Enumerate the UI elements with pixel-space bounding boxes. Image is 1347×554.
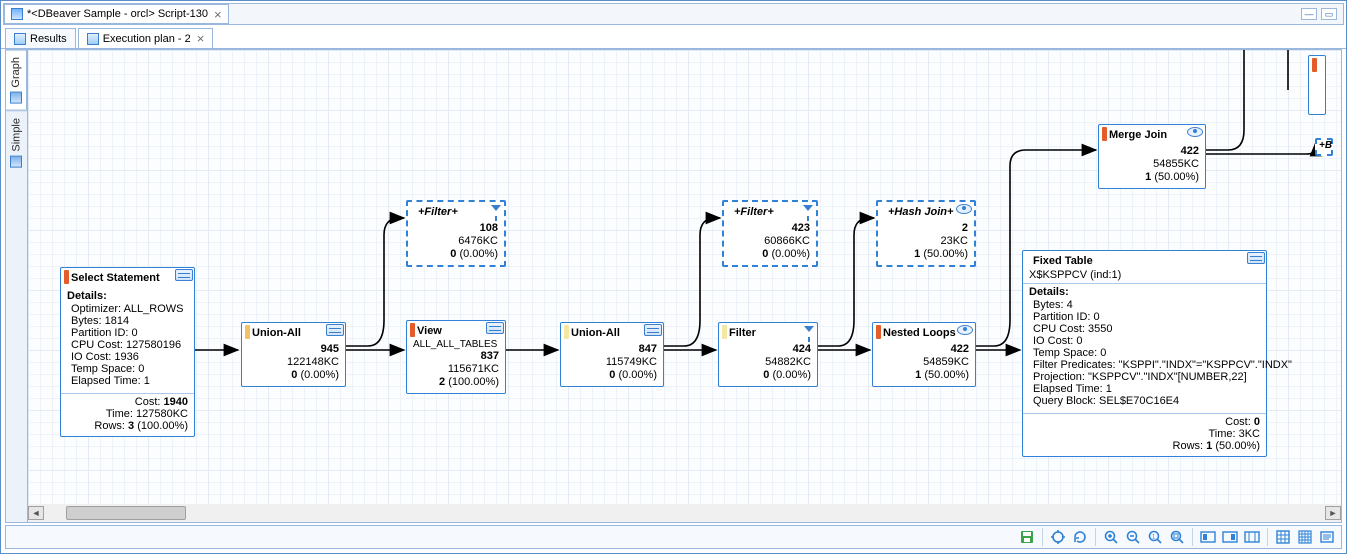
window-buttons: — ▭ (1301, 8, 1343, 20)
filter-icon (803, 205, 813, 211)
details-button[interactable] (1317, 527, 1337, 547)
detail-row: IO Cost: 1936 (67, 351, 188, 363)
node-filter-collapsed[interactable]: +Filter+ 108 6476KC 0 (0.00%) (406, 200, 506, 267)
node-union-all[interactable]: Union-All 945 122148KC 0 (0.00%) (241, 322, 346, 387)
editor-tab-label: *<DBeaver Sample - orcl> Script-130 (27, 8, 208, 20)
eye-icon (956, 204, 972, 214)
detail-row: Partition ID: 0 (1029, 311, 1260, 323)
eye-icon (957, 325, 973, 335)
details-heading: Details: (1029, 286, 1260, 298)
filter-icon (491, 205, 501, 211)
details-grid-button[interactable] (1273, 527, 1293, 547)
zoom-reset-button[interactable]: 1 (1145, 527, 1165, 547)
detail-row: Temp Space: 0 (1029, 347, 1260, 359)
node-view[interactable]: View ALL_ALL_TABLES 837 115671KC 2 (100.… (406, 320, 506, 394)
details-grid-button[interactable] (1295, 527, 1315, 547)
maximize-button[interactable]: ▭ (1321, 8, 1337, 20)
node-title: Fixed Table (1033, 255, 1093, 267)
node-title: +Filter+ (734, 206, 774, 218)
detail-row: IO Cost: 0 (1029, 335, 1260, 347)
node-title: +Hash Join+ (888, 206, 953, 218)
node-merge-join[interactable]: Merge Join 422 54855KC 1 (50.00%) (1098, 124, 1206, 189)
editor-tabstrip: *<DBeaver Sample - orcl> Script-130 × — … (3, 3, 1344, 25)
detail-row: Projection: "KSPPCV"."INDX"[NUMBER,22] (1029, 371, 1260, 383)
close-icon[interactable]: × (197, 33, 205, 44)
scrollbar-thumb[interactable] (66, 506, 186, 520)
node-title: Select Statement (71, 272, 160, 284)
detail-row: Elapsed Time: 1 (67, 375, 188, 387)
node-select-statement[interactable]: Select Statement Details: Optimizer: ALL… (60, 267, 195, 437)
detail-row: CPU Cost: 3550 (1029, 323, 1260, 335)
detail-row: Bytes: 4 (1029, 299, 1260, 311)
detail-row: CPU Cost: 127580196 (67, 339, 188, 351)
close-icon[interactable]: × (214, 9, 222, 20)
node-partial-collapsed[interactable]: +B (1315, 138, 1333, 156)
node-partial[interactable] (1308, 55, 1326, 115)
node-title: Filter (729, 327, 756, 339)
details-heading: Details: (67, 290, 188, 302)
node-title: Merge Join (1109, 129, 1167, 141)
node-subtitle: X$KSPPCV (ind:1) (1023, 269, 1266, 281)
zoom-in-button[interactable] (1101, 527, 1121, 547)
zoom-out-button[interactable] (1123, 527, 1143, 547)
detail-row: Partition ID: 0 (67, 327, 188, 339)
results-icon (14, 33, 26, 45)
node-title: +Filter+ (418, 206, 458, 218)
filter-icon (804, 326, 814, 332)
detail-row: Optimizer: ALL_ROWS (67, 303, 188, 315)
minimize-button[interactable]: — (1301, 8, 1317, 20)
tab-results-label: Results (30, 33, 67, 45)
tab-execution-plan[interactable]: Execution plan - 2 × (78, 28, 214, 48)
tab-results[interactable]: Results (5, 28, 76, 48)
view-simple-label: Simple (11, 118, 23, 152)
detail-row: Query Block: SEL$E70C16E4 (1029, 395, 1260, 407)
node-title: Nested Loops (883, 327, 956, 339)
node-fixed-table[interactable]: Fixed Table X$KSPPCV (ind:1) Details: By… (1022, 250, 1267, 457)
refresh-button[interactable] (1070, 527, 1090, 547)
app-window: *<DBeaver Sample - orcl> Script-130 × — … (0, 0, 1347, 554)
scroll-right-icon[interactable]: ► (1325, 506, 1341, 520)
grid-icon (644, 324, 662, 336)
save-button[interactable] (1017, 527, 1037, 547)
node-subtitle: ALL_ALL_TABLES (407, 339, 505, 350)
editor-tab[interactable]: *<DBeaver Sample - orcl> Script-130 × (4, 4, 229, 24)
view-switcher: Graph Simple (6, 50, 28, 522)
horizontal-scrollbar[interactable]: ◄ ► (28, 504, 1341, 522)
node-filter-collapsed[interactable]: +Filter+ 423 60866KC 0 (0.00%) (722, 200, 818, 267)
grid-icon (326, 324, 344, 336)
node-title: View (417, 325, 442, 337)
detail-row: Temp Space: 0 (67, 363, 188, 375)
plan-canvas[interactable]: Select Statement Details: Optimizer: ALL… (28, 50, 1341, 504)
view-simple[interactable]: Simple (6, 111, 27, 174)
view-graph-label: Graph (10, 57, 22, 88)
grid-icon (1247, 252, 1265, 264)
scroll-left-icon[interactable]: ◄ (28, 506, 44, 520)
layout-vertical-button[interactable] (1220, 527, 1240, 547)
expand-button[interactable] (1242, 527, 1262, 547)
layout-horizontal-button[interactable] (1198, 527, 1218, 547)
grid-icon (175, 269, 193, 281)
node-union-all[interactable]: Union-All 847 115749KC 0 (0.00%) (560, 322, 664, 387)
sql-icon (11, 8, 23, 20)
detail-row: Filter Predicates: "KSPPI"."INDX"="KSPPC… (1029, 359, 1260, 371)
detail-row: Elapsed Time: 1 (1029, 383, 1260, 395)
fit-button[interactable] (1167, 527, 1187, 547)
tab-plan-label: Execution plan - 2 (103, 33, 191, 45)
node-title: Union-All (571, 327, 620, 339)
simple-icon (11, 155, 23, 167)
view-graph[interactable]: Graph (6, 50, 27, 111)
node-hash-join-collapsed[interactable]: +Hash Join+ 2 23KC 1 (50.00%) (876, 200, 976, 267)
configure-button[interactable] (1048, 527, 1068, 547)
eye-icon (1187, 127, 1203, 137)
node-filter[interactable]: Filter 424 54882KC 0 (0.00%) (718, 322, 818, 387)
detail-row: Bytes: 1814 (67, 315, 188, 327)
plan-toolbar: 1 (5, 525, 1342, 549)
result-tabstrip: Results Execution plan - 2 × (1, 27, 1346, 49)
graph-icon (10, 92, 22, 104)
node-title: Union-All (252, 327, 301, 339)
grid-icon (486, 322, 504, 334)
plan-icon (87, 33, 99, 45)
plan-workarea: Graph Simple (5, 49, 1342, 523)
node-nested-loops[interactable]: Nested Loops 422 54859KC 1 (50.00%) (872, 322, 976, 387)
